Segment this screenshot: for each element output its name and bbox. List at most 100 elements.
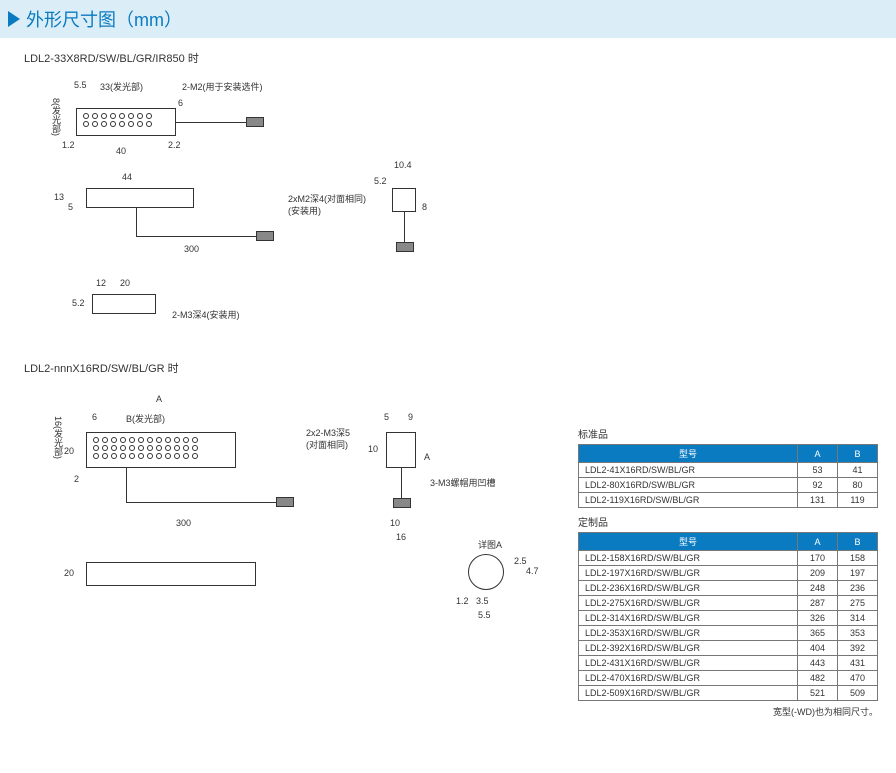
cell-model: LDL2-431X16RD/SW/BL/GR [579,656,798,671]
dim-3m3: 3-M3螺帽用凹槽 [430,476,496,489]
section2-label: LDL2-nnnX16RD/SW/BL/GR 时 [24,360,880,376]
dim-300b: 300 [176,518,191,528]
dim-20-2: 20 [64,446,74,456]
table-row: LDL2-470X16RD/SW/BL/GR482470 [579,671,878,686]
col-b: B [838,533,878,551]
dim-40: 40 [116,146,126,156]
dim-5a: 5 [68,202,73,212]
table-row: LDL2-158X16RD/SW/BL/GR170158 [579,551,878,566]
dim-10-4: 10.4 [394,160,412,170]
dim-5-2: 5.2 [72,298,85,308]
connector-icon [396,242,414,252]
cell-b: 431 [838,656,878,671]
dim-2-5: 2.5 [514,556,527,566]
section1-label: LDL2-33X8RD/SW/BL/GR/IR850 时 [24,50,880,66]
cell-b: 197 [838,566,878,581]
dim-install: (安装用) [288,204,321,217]
custom-table-head: 型号 A B [579,533,878,551]
dim-300: 300 [184,244,199,254]
cell-a: 326 [798,611,838,626]
dim-12: 12 [96,278,106,288]
dim-16b: 16 [396,532,406,542]
cell-b: 275 [838,596,878,611]
cell-model: LDL2-197X16RD/SW/BL/GR [579,566,798,581]
dim-33: 33(发光部) [100,80,143,93]
cell-model: LDL2-158X16RD/SW/BL/GR [579,551,798,566]
table-row: LDL2-353X16RD/SW/BL/GR365353 [579,626,878,641]
custom-table: 型号 A B LDL2-158X16RD/SW/BL/GR170158LDL2-… [578,532,878,701]
drawing-set-1: 5.5 33(发光部) 2-M2(用于安装选件) 8(发光部) 1.2 6 40… [16,74,880,354]
col-a: A [798,533,838,551]
cell-model: LDL2-80X16RD/SW/BL/GR [579,478,798,493]
cell-b: 392 [838,641,878,656]
dim-3-5: 3.5 [476,596,489,606]
cell-b: 353 [838,626,878,641]
cell-b: 80 [838,478,878,493]
cell-b: 236 [838,581,878,596]
table-row: LDL2-80X16RD/SW/BL/GR9280 [579,478,878,493]
cell-a: 248 [798,581,838,596]
dim-8b: 8 [422,202,427,212]
dim-8: 8(发光部) [50,98,63,136]
table-row: LDL2-392X16RD/SW/BL/GR404392 [579,641,878,656]
cell-model: LDL2-392X16RD/SW/BL/GR [579,641,798,656]
cell-b: 314 [838,611,878,626]
cell-a: 131 [798,493,838,508]
drawing2-detailA [468,554,504,590]
cell-model: LDL2-41X16RD/SW/BL/GR [579,463,798,478]
dim-6: 6 [178,98,183,108]
dim-2m2: 2-M2(用于安装选件) [182,80,263,93]
std-table: 型号 A B LDL2-41X16RD/SW/BL/GR5341LDL2-80X… [578,444,878,508]
table-row: LDL2-41X16RD/SW/BL/GR5341 [579,463,878,478]
dim-10d: 10 [390,518,400,528]
col-model: 型号 [579,533,798,551]
table-row: LDL2-509X16RD/SW/BL/GR521509 [579,686,878,701]
drawing2-right [386,432,416,468]
dim-2b: 2 [74,474,79,484]
detailA-label: 详图A [478,538,502,551]
table-row: LDL2-275X16RD/SW/BL/GR287275 [579,596,878,611]
drawing2-side [86,562,256,586]
col-b: B [838,445,878,463]
dim-facing: (对面相同) [306,438,348,451]
drawing1-side [86,188,194,208]
connector-icon [276,497,294,507]
connector-icon [393,498,411,508]
dim-10c: 10 [368,444,378,454]
table-row: LDL2-431X16RD/SW/BL/GR443431 [579,656,878,671]
cell-b: 119 [838,493,878,508]
table-row: LDL2-314X16RD/SW/BL/GR326314 [579,611,878,626]
cell-model: LDL2-314X16RD/SW/BL/GR [579,611,798,626]
cell-b: 509 [838,686,878,701]
dim-2-2: 2.2 [168,140,181,150]
dim-5-5b: 5.5 [478,610,491,620]
table-row: LDL2-236X16RD/SW/BL/GR248236 [579,581,878,596]
dim-13: 13 [54,192,64,202]
connector-icon [246,117,264,127]
drawing1-top [76,108,176,136]
cell-a: 404 [798,641,838,656]
dim-B: B(发光部) [126,412,165,425]
dim-6b: 6 [92,412,97,422]
cell-b: 158 [838,551,878,566]
cell-model: LDL2-353X16RD/SW/BL/GR [579,626,798,641]
table-row: LDL2-197X16RD/SW/BL/GR209197 [579,566,878,581]
std-table-head: 型号 A B [579,445,878,463]
cell-b: 41 [838,463,878,478]
header-arrow-icon [8,11,20,27]
cell-a: 92 [798,478,838,493]
cell-a: 170 [798,551,838,566]
cell-model: LDL2-509X16RD/SW/BL/GR [579,686,798,701]
cell-b: 470 [838,671,878,686]
dim-1-2b: 1.2 [456,596,469,606]
drawing1-bottom [92,294,156,314]
drawing1-right [392,188,416,212]
dim-5-2b: 5.2 [374,176,387,186]
cell-a: 521 [798,686,838,701]
header-band: 外形尺寸图（mm） [0,0,896,38]
cell-a: 365 [798,626,838,641]
cell-model: LDL2-236X16RD/SW/BL/GR [579,581,798,596]
std-table-title: 标准品 [578,426,878,441]
dim-44: 44 [122,172,132,182]
dim-4-7: 4.7 [526,566,539,576]
